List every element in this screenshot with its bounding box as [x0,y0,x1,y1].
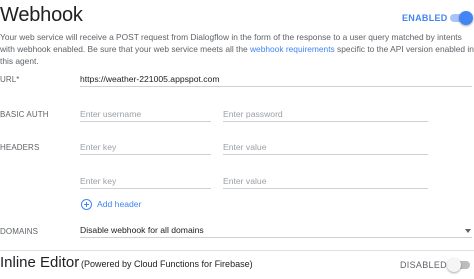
webhook-description: Your web service will receive a POST req… [0,31,474,67]
inline-editor-toggle-state: DISABLED [400,260,447,270]
domains-label: DOMAINS [0,227,39,236]
add-circle-icon [81,198,92,210]
webhook-title: Webhook [0,4,83,26]
add-header-button[interactable]: Add header [81,197,141,211]
webhook-toggle-knob [459,11,473,25]
header-key-input[interactable]: Enter key [80,174,211,189]
basic-auth-label: BASIC AUTH [0,110,49,119]
header-key-input[interactable]: Enter key [80,140,211,155]
header-value-input[interactable]: Enter value [223,140,428,155]
inline-editor-toggle-switch[interactable] [447,258,470,272]
inline-editor-subtitle: (Powered by Cloud Functions for Firebase… [81,259,253,269]
chevron-down-icon [465,229,471,233]
password-input[interactable]: Enter password [223,107,428,122]
header-value-input[interactable]: Enter value [223,174,428,189]
username-input[interactable]: Enter username [80,107,211,122]
fulfillment-page: Webhook ENABLED Your web service will re… [0,0,474,279]
webhook-toggle-state: ENABLED [402,13,448,23]
headers-label: HEADERS [0,143,40,152]
inline-editor-toggle-knob [447,258,461,272]
domains-select[interactable]: Disable webhook for all domains [80,223,472,238]
webhook-toggle-switch[interactable] [450,11,473,25]
url-label: URL* [0,75,20,84]
domains-selected-value: Disable webhook for all domains [80,225,204,235]
section-divider [0,250,474,251]
webhook-requirements-link[interactable]: webhook requirements [250,44,335,54]
add-header-label: Add header [97,199,142,209]
url-input[interactable]: https://weather-221005.appspot.com [80,72,472,87]
inline-editor-title: Inline Editor [0,254,80,271]
